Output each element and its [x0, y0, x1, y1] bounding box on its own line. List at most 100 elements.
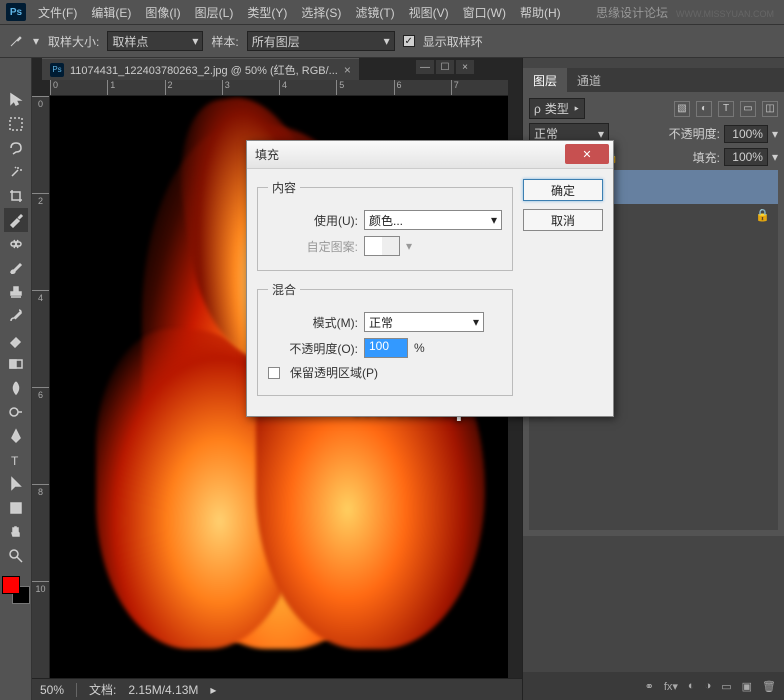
- preserve-checkbox[interactable]: [268, 367, 280, 379]
- menu-select[interactable]: 选择(S): [295, 2, 347, 23]
- use-select[interactable]: 颜色...▾: [364, 210, 502, 230]
- menu-help[interactable]: 帮助(H): [514, 2, 567, 23]
- menu-edit[interactable]: 编辑(E): [85, 2, 137, 23]
- move-tool[interactable]: [4, 88, 28, 112]
- ok-button[interactable]: 确定: [523, 179, 603, 201]
- sample-select[interactable]: 所有图层▾: [247, 31, 395, 51]
- svg-text:T: T: [11, 454, 19, 468]
- opacity-input[interactable]: 100: [364, 338, 408, 358]
- delete-layer-icon[interactable]: 🗑: [762, 680, 776, 693]
- eyedropper-tool[interactable]: [4, 208, 28, 232]
- ps-logo-icon: Ps: [6, 3, 26, 21]
- ps-mini-icon: Ps: [50, 63, 64, 77]
- fx-icon[interactable]: fx▾: [664, 680, 678, 693]
- close-doc-icon[interactable]: ×: [456, 60, 474, 74]
- doc-window-controls: — ☐ ×: [416, 60, 474, 74]
- shape-tool[interactable]: [4, 496, 28, 520]
- sample-size-select[interactable]: 取样点▾: [107, 31, 203, 51]
- filter-adjust-icon[interactable]: ◐: [696, 101, 712, 117]
- menu-type[interactable]: 类型(Y): [241, 2, 293, 23]
- eyedropper-icon: [8, 33, 24, 49]
- sample-label: 样本:: [211, 33, 238, 50]
- menu-filter[interactable]: 滤镜(T): [349, 2, 400, 23]
- brush-tool[interactable]: [4, 256, 28, 280]
- adjustment-icon[interactable]: ◑: [705, 680, 712, 692]
- menu-window[interactable]: 窗口(W): [457, 2, 512, 23]
- menu-file[interactable]: 文件(F): [32, 2, 83, 23]
- dialog-opacity-label: 不透明度(O):: [268, 340, 358, 357]
- heal-tool[interactable]: [4, 232, 28, 256]
- mode-label: 模式(M):: [268, 314, 358, 331]
- pattern-swatch: [364, 236, 400, 256]
- opacity-value[interactable]: 100%: [724, 125, 768, 143]
- pen-tool[interactable]: [4, 424, 28, 448]
- color-swatches[interactable]: [2, 576, 30, 604]
- filter-type-icon[interactable]: T: [718, 101, 734, 117]
- doc-info: 2.15M/4.13M: [128, 683, 198, 697]
- branding: 思缘设计论坛WWW.MISSYUAN.COM: [596, 4, 774, 21]
- wand-tool[interactable]: [4, 160, 28, 184]
- filter-kind-select[interactable]: ρ类型‣: [529, 98, 585, 119]
- maximize-icon[interactable]: ☐: [436, 60, 454, 74]
- document-tab[interactable]: Ps 11074431_122403780263_2.jpg @ 50% (红色…: [42, 58, 359, 80]
- menu-image[interactable]: 图像(I): [139, 2, 186, 23]
- minimize-icon[interactable]: —: [416, 60, 434, 74]
- fill-dialog: 填充 ✕ 内容 使用(U): 颜色...▾ 自定图案: ▾ 混合: [246, 140, 614, 417]
- cancel-button[interactable]: 取消: [523, 209, 603, 231]
- filter-shape-icon[interactable]: ▭: [740, 101, 756, 117]
- menu-view[interactable]: 视图(V): [403, 2, 455, 23]
- doc-info-dropdown-icon[interactable]: ▸: [210, 683, 216, 697]
- use-label: 使用(U):: [268, 212, 358, 229]
- ruler-vertical: 0246810: [32, 96, 50, 678]
- marquee-tool[interactable]: [4, 112, 28, 136]
- sample-size-label: 取样大小:: [48, 33, 99, 50]
- tool-preset-dropdown[interactable]: ▾: [32, 37, 40, 45]
- dialog-titlebar[interactable]: 填充 ✕: [247, 141, 613, 169]
- path-select-tool[interactable]: [4, 472, 28, 496]
- show-ring-label: 显示取样环: [423, 33, 483, 50]
- layers-footer: ⚭ fx▾ ◐ ◑ ▭ ▣ 🗑: [523, 672, 784, 700]
- lasso-tool[interactable]: [4, 136, 28, 160]
- filter-pixel-icon[interactable]: ▧: [674, 101, 690, 117]
- history-brush-tool[interactable]: [4, 304, 28, 328]
- dialog-close-button[interactable]: ✕: [565, 144, 609, 164]
- mask-icon[interactable]: ◐: [688, 680, 695, 692]
- eraser-tool[interactable]: [4, 328, 28, 352]
- fill-label: 填充:: [693, 149, 720, 166]
- dodge-tool[interactable]: [4, 400, 28, 424]
- tool-palette: T: [0, 58, 32, 700]
- menu-layer[interactable]: 图层(L): [189, 2, 240, 23]
- blur-tool[interactable]: [4, 376, 28, 400]
- status-bar: 50% 文档: 2.15M/4.13M ▸: [32, 678, 522, 700]
- foreground-swatch[interactable]: [2, 576, 20, 594]
- type-tool[interactable]: T: [4, 448, 28, 472]
- gradient-tool[interactable]: [4, 352, 28, 376]
- opacity-label: 不透明度:: [669, 125, 720, 142]
- fieldset-blend: 混合 模式(M): 正常▾ 不透明度(O): 100 % 保留透明区域(P): [257, 281, 513, 396]
- tab-layers[interactable]: 图层: [523, 68, 567, 92]
- ruler-horizontal: 01234567: [50, 80, 508, 96]
- fieldset-content: 内容 使用(U): 颜色...▾ 自定图案: ▾: [257, 179, 513, 271]
- menu-bar: Ps 文件(F) 编辑(E) 图像(I) 图层(L) 类型(Y) 选择(S) 滤…: [0, 0, 784, 24]
- new-layer-icon[interactable]: ▣: [742, 680, 752, 693]
- panel-tabs: 图层 通道: [523, 68, 784, 92]
- tab-channels[interactable]: 通道: [567, 68, 611, 92]
- pattern-label: 自定图案:: [268, 238, 358, 255]
- hand-tool[interactable]: [4, 520, 28, 544]
- document-title: 11074431_122403780263_2.jpg @ 50% (红色, R…: [70, 62, 338, 78]
- stamp-tool[interactable]: [4, 280, 28, 304]
- show-ring-checkbox[interactable]: ✓: [403, 35, 415, 47]
- filter-smart-icon[interactable]: ◫: [762, 101, 778, 117]
- close-tab-icon[interactable]: ×: [344, 63, 351, 77]
- fill-value[interactable]: 100%: [724, 148, 768, 166]
- options-bar: ▾ 取样大小: 取样点▾ 样本: 所有图层▾ ✓ 显示取样环: [0, 24, 784, 58]
- link-layers-icon[interactable]: ⚭: [645, 680, 654, 693]
- layer-lock-icon: 🔒: [755, 208, 770, 222]
- dialog-title-text: 填充: [255, 146, 279, 163]
- zoom-level[interactable]: 50%: [40, 683, 64, 697]
- group-icon[interactable]: ▭: [721, 680, 731, 693]
- zoom-tool[interactable]: [4, 544, 28, 568]
- crop-tool[interactable]: [4, 184, 28, 208]
- mode-select[interactable]: 正常▾: [364, 312, 484, 332]
- doc-info-label: 文档:: [89, 681, 116, 698]
